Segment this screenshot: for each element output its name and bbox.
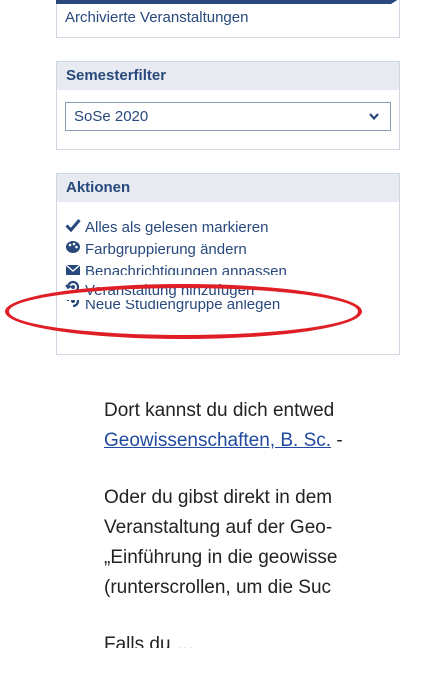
mail-icon <box>65 262 81 275</box>
navigation-panel: Archivierte Veranstaltungen <box>56 0 400 38</box>
adjust-notifications-action[interactable]: Benachrichtigungen anpassen <box>65 262 287 275</box>
instruction-text: Falls du … <box>104 634 195 655</box>
action-label: Alles als gelesen markieren <box>85 219 269 236</box>
actions-title: Aktionen <box>57 174 399 202</box>
instruction-text: Geowissenschaften, B. Sc. - <box>104 426 343 456</box>
archived-courses-link[interactable]: Archivierte Veranstaltungen <box>65 9 248 26</box>
palette-icon <box>65 240 81 260</box>
action-label: Benachrichtigungen anpassen <box>85 263 287 275</box>
instruction-text: „Einführung in die geowisse <box>104 547 338 568</box>
degree-program-link[interactable]: Geowissenschaften, B. Sc. <box>104 430 331 451</box>
active-tab-arrow <box>391 0 399 4</box>
checkmark-icon <box>65 218 81 238</box>
semester-filter-title: Semesterfilter <box>57 62 399 90</box>
instruction-text: (runterscrollen, um die Suc <box>104 577 332 598</box>
active-tab-bar <box>56 0 391 4</box>
instruction-text: Veranstaltung auf der Geo- <box>104 517 333 538</box>
action-label: Farbgruppierung ändern <box>85 241 247 258</box>
instruction-text: Dort kannst du dich entwed <box>104 400 335 421</box>
mark-all-read-action[interactable]: Alles als gelesen markieren <box>65 218 268 238</box>
chevron-down-icon <box>368 103 380 140</box>
highlight-ellipse <box>5 284 362 339</box>
instruction-text: Oder du gibst direkt in dem <box>104 487 333 508</box>
semester-select-value: SoSe 2020 <box>74 108 149 125</box>
semester-select[interactable]: SoSe 2020 <box>65 102 391 131</box>
change-color-grouping-action[interactable]: Farbgruppierung ändern <box>65 240 247 260</box>
semester-filter-panel: Semesterfilter SoSe 2020 <box>56 61 400 150</box>
instruction-text-rest: - <box>331 430 343 451</box>
